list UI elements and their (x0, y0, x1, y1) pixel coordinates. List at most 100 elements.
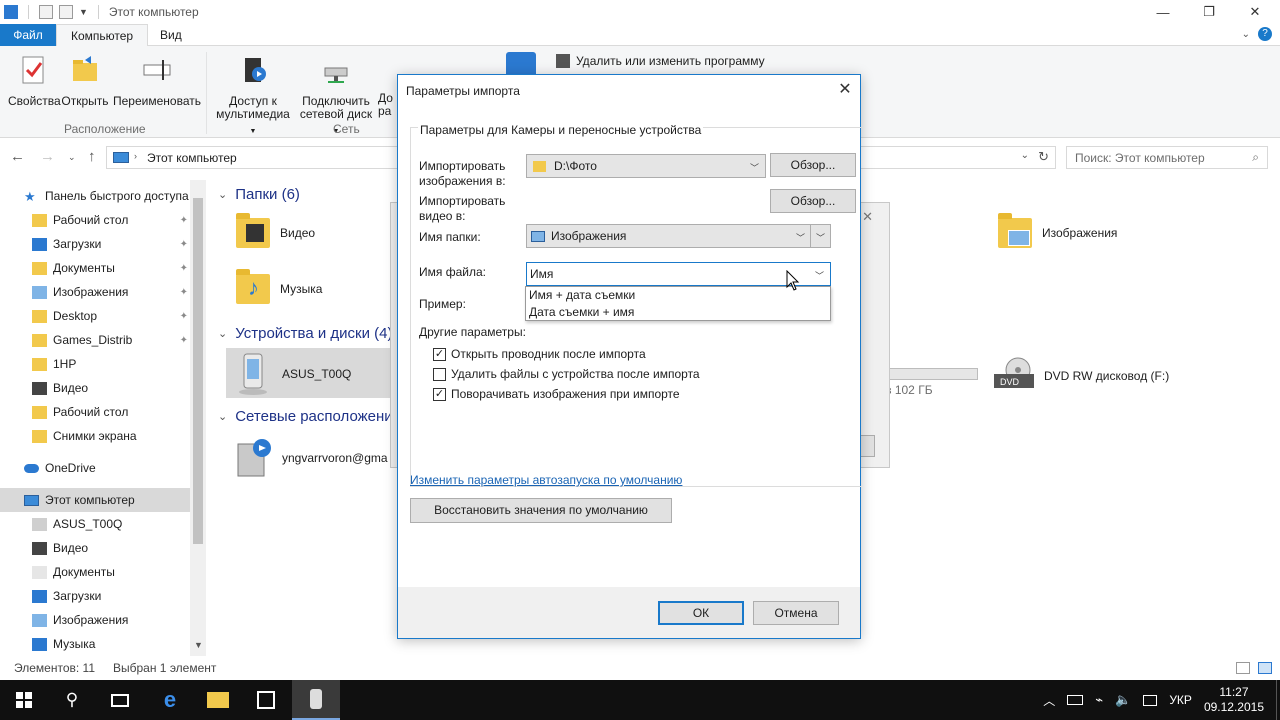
show-hidden-icons-chevron[interactable]: ︿ (1043, 692, 1055, 709)
pin-icon[interactable]: ✦ (180, 287, 188, 298)
folder-name-combo[interactable]: Изображения ﹀ (526, 224, 812, 248)
pin-icon[interactable]: ✦ (180, 335, 188, 346)
network-tray-icon[interactable] (1067, 695, 1084, 705)
sidebar-item-quick[interactable]: Изображения ✦ (0, 280, 190, 304)
sidebar-item-pc[interactable]: Видео (0, 536, 190, 560)
rename-button[interactable]: Переименовать (112, 54, 202, 108)
sidebar-item-quick[interactable]: Games_Distrib ✦ (0, 328, 190, 352)
up-arrow-icon[interactable]: ↑ (88, 148, 96, 165)
search-taskbar-icon[interactable]: ⚲ (48, 680, 96, 720)
dropdown-option[interactable]: Дата съемки + имя (529, 305, 634, 319)
quick-access-toolbar: ▼ (0, 5, 103, 19)
tab-view[interactable]: Вид (146, 24, 196, 46)
sidebar-item-quick[interactable]: Загрузки ✦ (0, 232, 190, 256)
open-button[interactable]: Открыть (60, 54, 110, 108)
language-indicator[interactable]: УКР (1169, 693, 1192, 707)
scroll-down-arrow-icon[interactable]: ▼ (194, 640, 203, 650)
dropdown-option[interactable]: Имя + дата съемки (529, 288, 635, 302)
pin-icon[interactable]: ✦ (180, 215, 188, 226)
folder-name-options-button[interactable]: ﹀ (810, 224, 831, 248)
volume-tray-icon[interactable]: 🔈 (1115, 692, 1131, 708)
minimize-icon[interactable]: — (1140, 0, 1186, 24)
folder-video[interactable]: Видео (236, 213, 315, 248)
properties-qat-icon[interactable] (39, 5, 53, 19)
close-window-icon[interactable]: ✕ (1232, 0, 1278, 24)
pin-icon[interactable]: ✦ (180, 263, 188, 274)
nav-onedrive[interactable]: OneDrive (24, 456, 190, 480)
ok-button[interactable]: ОК (658, 601, 744, 625)
address-dropdown-icon[interactable]: ⌄ (1021, 150, 1029, 161)
import-images-path-combo[interactable]: D:\Фото ﹀ (526, 154, 766, 178)
file-explorer-taskbar-icon[interactable] (194, 680, 242, 720)
network-section-header[interactable]: ⌄ Сетевые расположени (218, 408, 393, 425)
details-view-icon[interactable] (1236, 662, 1250, 674)
device-asus[interactable]: ASUS_T00Q (234, 352, 351, 396)
sidebar-item-pc[interactable]: Изображения (0, 608, 190, 632)
expand-ribbon-icon[interactable]: ⌄ (1242, 29, 1250, 40)
sidebar-item-pc[interactable]: Музыка (0, 632, 190, 656)
sidebar-item-pc[interactable]: ASUS_T00Q (0, 512, 190, 536)
add-network-location-button[interactable]: До ра (378, 54, 398, 118)
network-location-item[interactable]: yngvarrvoron@gma (234, 436, 388, 480)
sidebar-item-quick[interactable]: Desktop ✦ (0, 304, 190, 328)
large-icons-view-icon[interactable] (1258, 662, 1272, 674)
folder-music[interactable]: ♪ Музыка (236, 269, 322, 304)
pin-icon[interactable]: ✦ (180, 311, 188, 322)
checkbox-checked[interactable]: ✓ (433, 347, 446, 361)
sidebar-item-pc[interactable]: Документы (0, 560, 190, 584)
browse-video-button[interactable]: Обзор... (770, 189, 856, 213)
images-library-icon (531, 230, 545, 242)
store-icon[interactable] (242, 680, 290, 720)
sidebar-item-pc[interactable]: Загрузки (0, 584, 190, 608)
browse-images-button[interactable]: Обзор... (770, 153, 856, 177)
option-checkbox-row[interactable]: ✓ Поворачивать изображения при импорте (433, 387, 680, 401)
sidebar-item-quick[interactable]: Рабочий стол ✦ (0, 208, 190, 232)
device-label: DVD RW дисковод (F:) (1044, 369, 1170, 383)
sidebar-item-quick[interactable]: Видео (0, 376, 190, 400)
sidebar-item-quick[interactable]: Рабочий стол (0, 400, 190, 424)
tab-computer[interactable]: Компьютер (56, 24, 149, 47)
uninstall-program-button[interactable]: Удалить или изменить программу (556, 54, 765, 68)
sidebar-item-quick[interactable]: Документы ✦ (0, 256, 190, 280)
search-input[interactable]: Поиск: Этот компьютер ⌕ (1066, 146, 1268, 169)
sidebar-item-quick[interactable]: 1HP (0, 352, 190, 376)
task-view-icon[interactable] (96, 680, 144, 720)
media-access-button[interactable]: Доступ к мультимедиа ▼ (212, 54, 294, 138)
back-arrow-icon[interactable]: ← (10, 148, 25, 165)
refresh-icon[interactable]: ↻ (1038, 149, 1049, 165)
properties-button[interactable]: Свойства (8, 54, 61, 108)
nav-scrollbar-thumb[interactable] (193, 198, 203, 544)
qat-dropdown-icon[interactable]: ▼ (79, 7, 88, 17)
phone-icon (239, 353, 267, 395)
notifications-icon[interactable] (1276, 680, 1280, 720)
cancel-button[interactable]: Отмена (753, 601, 839, 625)
forward-arrow-icon[interactable]: → (40, 148, 55, 165)
devices-section-header[interactable]: ⌄ Устройства и диски (4) (218, 325, 392, 342)
maximize-icon[interactable]: ❐ (1186, 0, 1232, 24)
dialog-close-icon[interactable]: ✕ (830, 75, 860, 105)
photos-import-taskbar-icon[interactable] (292, 680, 340, 720)
checkbox-checked[interactable]: ✓ (433, 387, 446, 401)
option-checkbox-row[interactable]: ✓ Открыть проводник после импорта (433, 347, 646, 361)
folder-images[interactable]: Изображения (998, 213, 1117, 248)
action-center-tray-icon[interactable] (1143, 694, 1158, 706)
restore-defaults-button[interactable]: Восстановить значения по умолчанию (410, 498, 672, 523)
pin-icon[interactable]: ✦ (180, 239, 188, 250)
edge-browser-icon[interactable]: e (146, 680, 194, 720)
option-checkbox-row[interactable]: Удалить файлы с устройства после импорта (433, 367, 700, 381)
help-icon[interactable]: ? (1258, 27, 1272, 41)
new-folder-qat-icon[interactable] (59, 5, 73, 19)
sidebar-item-quick[interactable]: Снимки экрана (0, 424, 190, 448)
nav-quick-access[interactable]: ★ Панель быстрого доступа (24, 184, 190, 208)
clock[interactable]: 11:27 09.12.2015 (1204, 685, 1264, 715)
background-dialog-close-icon[interactable]: ✕ (862, 209, 873, 225)
checkbox-unchecked[interactable] (433, 367, 446, 381)
device-dvd-drive[interactable]: DVD DVD RW дисковод (F:) (992, 356, 1169, 396)
recent-locations-chevron-icon[interactable]: ⌄ (68, 152, 76, 163)
battery-power-tray-icon[interactable]: ⌁ (1095, 692, 1103, 708)
autoplay-settings-link[interactable]: Изменить параметры автозапуска по умолча… (410, 473, 682, 487)
folders-section-header[interactable]: ⌄ Папки (6) (218, 186, 300, 203)
start-button[interactable] (0, 680, 48, 720)
nav-this-pc[interactable]: Этот компьютер (0, 488, 190, 512)
tab-file[interactable]: Файл (0, 24, 56, 46)
